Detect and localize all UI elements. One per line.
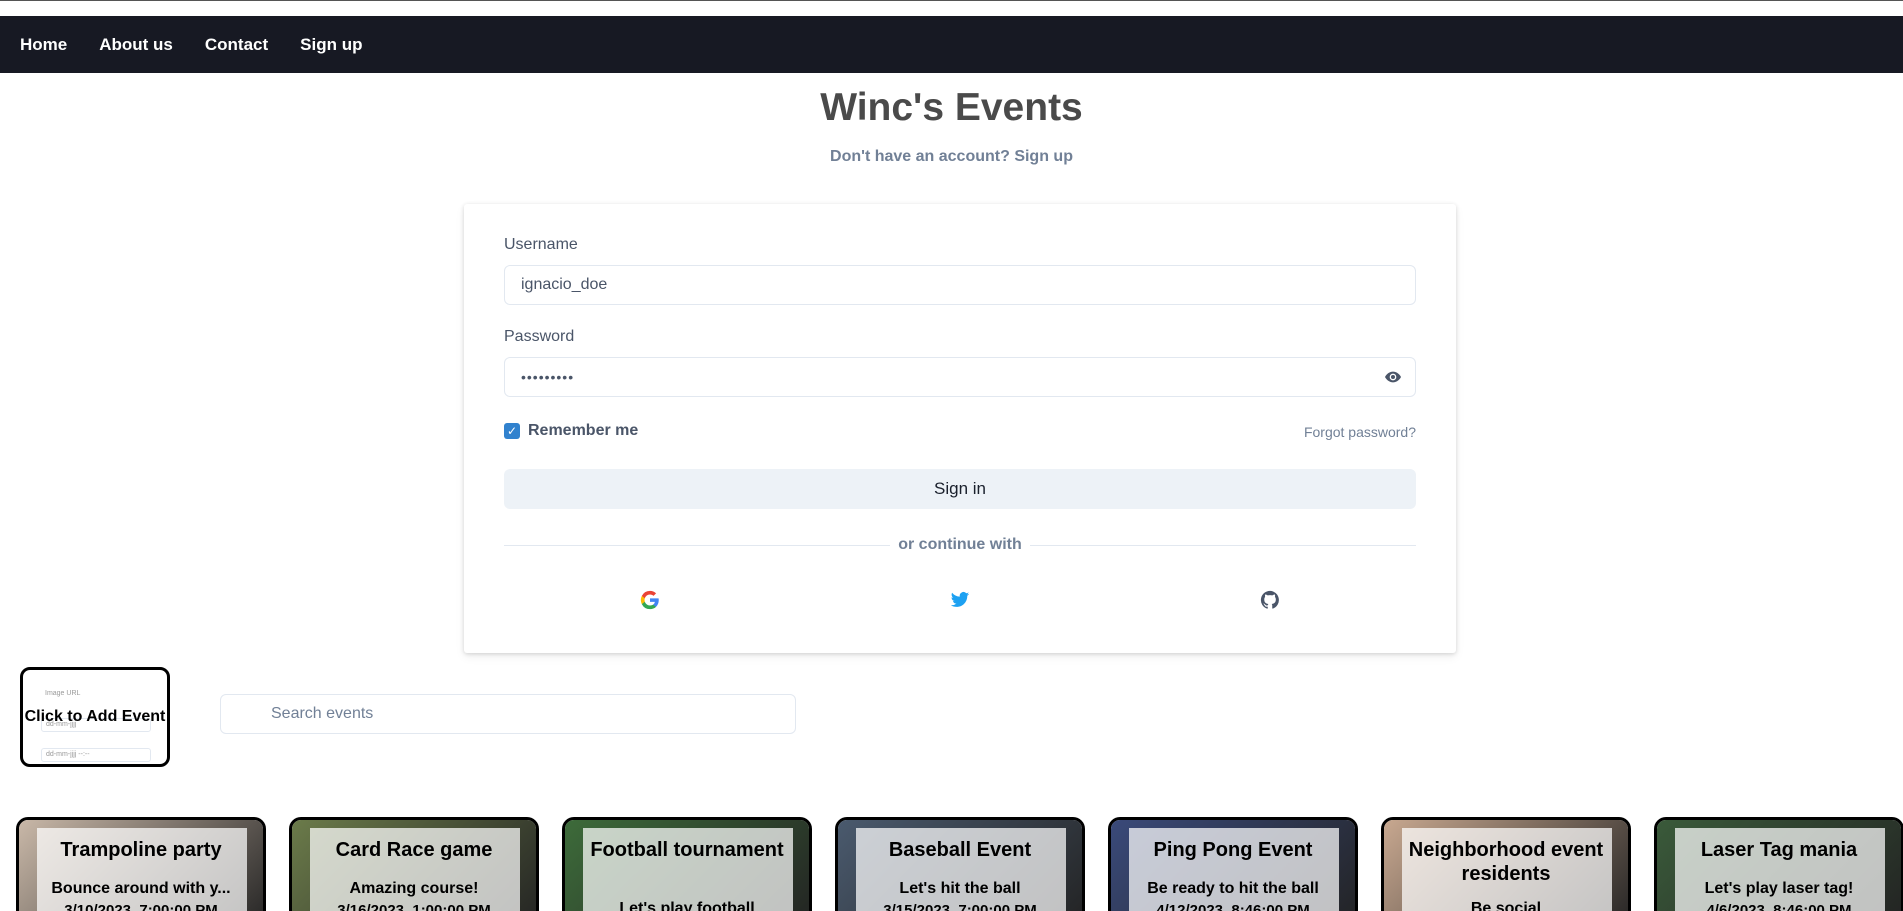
twitter-icon[interactable] (950, 590, 970, 610)
event-description: Be social (1470, 900, 1542, 911)
event-description: Amazing course! (349, 880, 479, 897)
event-title: Trampoline party (60, 839, 222, 861)
google-icon[interactable] (640, 590, 660, 610)
remember-label: Remember me (528, 422, 639, 439)
signup-prompt: Don't have an account? Sign up (0, 148, 1903, 166)
password-value: ••••••••• (521, 369, 575, 385)
event-title: Neighborhood event residents (1408, 839, 1604, 885)
event-card[interactable]: Ping Pong Event Be ready to hit the ball 4… (1108, 817, 1358, 911)
page-title: Winc's Events (820, 86, 1083, 129)
signup-link[interactable]: Sign up (1014, 148, 1073, 165)
username-label: Username (504, 236, 578, 253)
event-date: 3/10/2023, 7:00:00 PM (64, 902, 218, 911)
event-description: Let's play laser tag! (1704, 880, 1854, 897)
github-icon[interactable] (1260, 590, 1280, 610)
divider-label: or continue with (890, 536, 1030, 553)
datetime-field: dd-mm-jjjj --:-- (41, 748, 151, 762)
event-description: Let's play football (619, 900, 755, 911)
nav-about-link[interactable]: About us (99, 35, 173, 55)
nav-contact-link[interactable]: Contact (205, 35, 268, 55)
remember-checkbox[interactable]: ✓ (504, 423, 520, 439)
event-title: Football tournament (590, 839, 784, 861)
event-card[interactable]: Baseball Event Let's hit the ball 3/15/202… (835, 817, 1085, 911)
forgot-password-link[interactable]: Forgot password? (1304, 424, 1416, 440)
login-card: Username ignacio_doe Password ••••••••• … (464, 204, 1456, 653)
search-input[interactable]: Search events (220, 694, 796, 734)
image-url-placeholder: Image URL (45, 690, 81, 697)
event-date: 4/6/2023, 8:46:00 PM (1706, 902, 1852, 911)
event-card[interactable]: Card Race game Amazing course! 3/16/2023, … (289, 817, 539, 911)
nav-home-link[interactable]: Home (20, 35, 67, 55)
event-description: Bounce around with y... (51, 880, 231, 897)
event-card[interactable]: Laser Tag mania Let's play laser tag! 4/6/… (1654, 817, 1903, 911)
password-label: Password (504, 328, 575, 345)
events-list: Trampoline party Bounce around with y... 3… (16, 817, 1903, 911)
add-event-button[interactable]: Image URL dd-mm-jjjj dd-mm-jjjj --:-- Cl… (20, 667, 170, 767)
top-border (0, 0, 1903, 1)
signin-button[interactable]: Sign in (504, 469, 1416, 509)
username-value: ignacio_doe (521, 276, 608, 293)
search-placeholder: Search events (271, 705, 374, 722)
event-description: Be ready to hit the ball (1147, 880, 1319, 897)
eye-icon[interactable] (1385, 370, 1401, 384)
event-card[interactable]: Trampoline party Bounce around with y... 3… (16, 817, 266, 911)
event-date: 3/16/2023, 1:00:00 PM (337, 902, 491, 911)
signup-prompt-text: Don't have an account? (830, 148, 1010, 165)
add-event-label: Click to Add Event (24, 708, 166, 725)
nav-signup-link[interactable]: Sign up (300, 35, 362, 55)
divider-text-wrap: or continue with (464, 536, 1456, 554)
event-title: Card Race game (335, 839, 493, 861)
password-input[interactable]: ••••••••• (504, 357, 1416, 397)
event-title: Ping Pong Event (1153, 839, 1313, 861)
event-date: 3/15/2023, 7:00:00 PM (883, 902, 1037, 911)
event-title: Baseball Event (888, 839, 1032, 861)
event-card[interactable]: Football tournament Let's play football (562, 817, 812, 911)
navbar: Home About us Contact Sign up (0, 16, 1903, 73)
event-title: Laser Tag mania (1700, 839, 1858, 861)
username-input[interactable]: ignacio_doe (504, 265, 1416, 305)
event-card[interactable]: Neighborhood event residents Be social (1381, 817, 1631, 911)
event-date: 4/12/2023, 8:46:00 PM (1156, 902, 1310, 911)
event-description: Let's hit the ball (899, 880, 1021, 897)
